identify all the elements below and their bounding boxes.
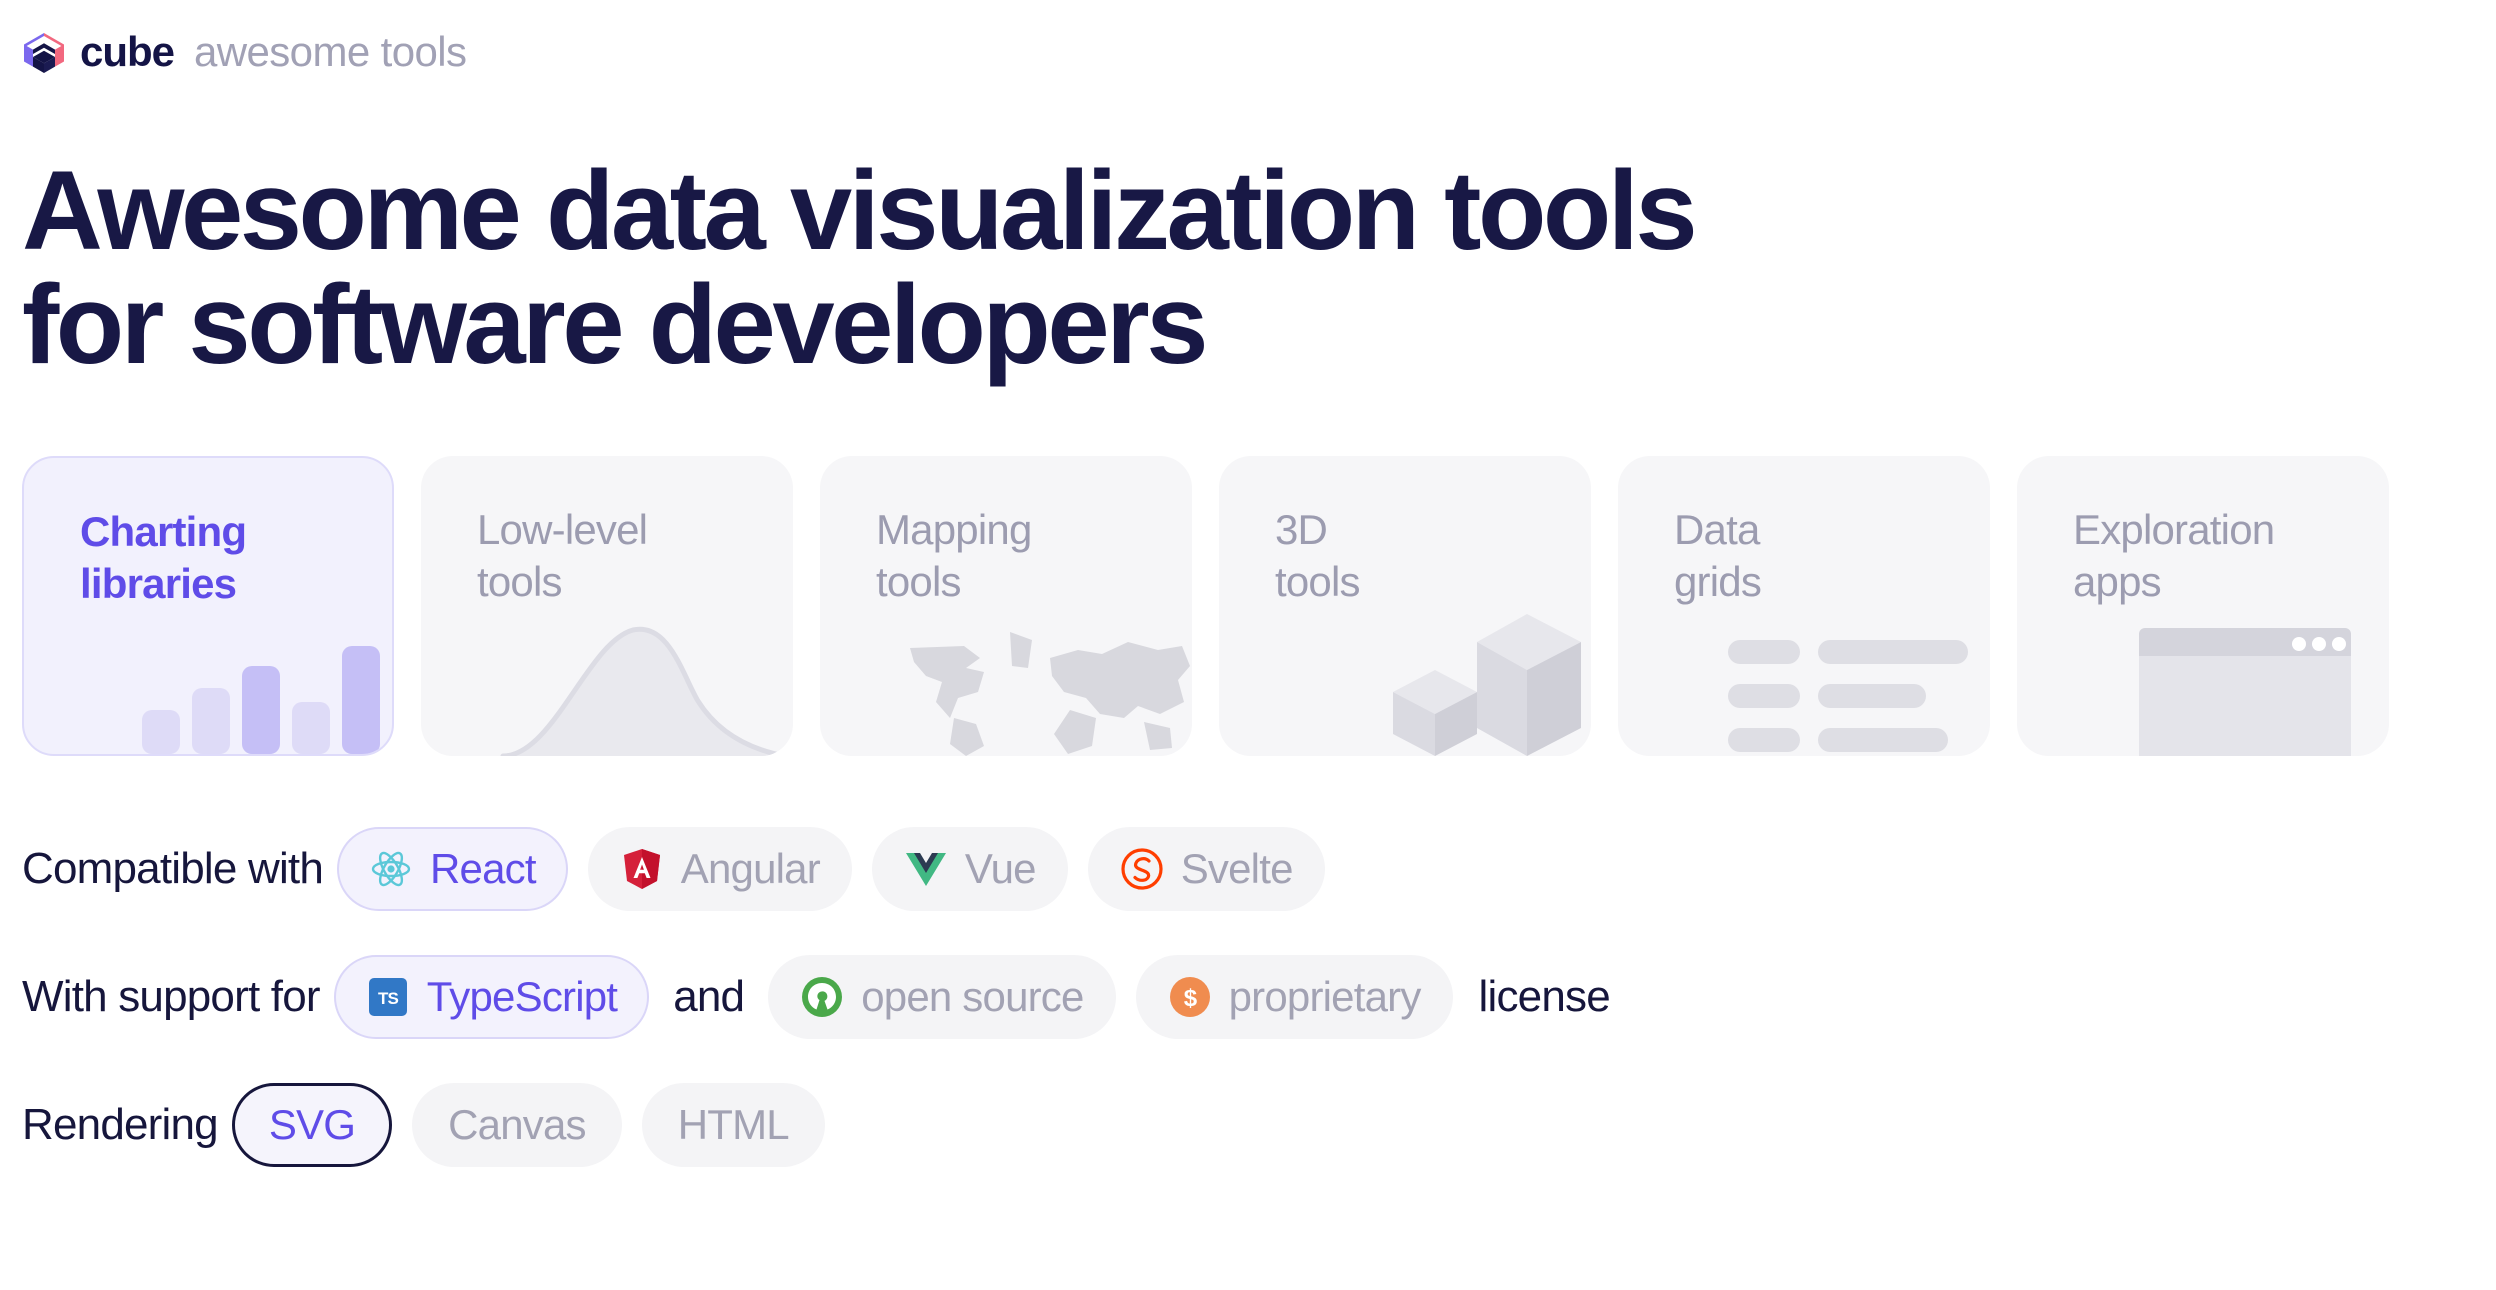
landing-page: cube awesome tools Awesome data visualiz… — [0, 0, 2496, 1290]
bell-curve-icon — [493, 606, 793, 757]
angular-shield-icon — [620, 847, 664, 891]
chip-html[interactable]: HTML — [641, 1083, 825, 1168]
cubes-icon — [1291, 606, 1591, 757]
chip-label: SVG — [268, 1101, 356, 1149]
category-card-data-grids[interactable]: Data grids — [1618, 456, 1990, 757]
dollar-circle-icon: $ — [1168, 975, 1212, 1019]
category-card-label: Data grids — [1674, 506, 1762, 605]
bar-chart-icon — [92, 604, 392, 755]
category-card-label: Charting libraries — [80, 508, 247, 607]
brand-name[interactable]: cube — [80, 31, 175, 73]
page-title: Awesome data visualization tools for sof… — [22, 148, 1698, 388]
cube-logo-icon — [24, 33, 64, 73]
react-atom-icon — [369, 847, 413, 891]
chip-label: TypeScript — [426, 973, 618, 1021]
chip-proprietary[interactable]: $ proprietary — [1135, 955, 1453, 1040]
category-card-label: Mapping tools — [876, 506, 1032, 605]
category-card-mapping-tools[interactable]: Mapping tools — [820, 456, 1192, 757]
filter-section: Compatible with React Angular Vue Svelte… — [22, 822, 2496, 1172]
rendering-lead-label: Rendering — [22, 1100, 219, 1150]
svg-text:$: $ — [1183, 985, 1197, 1012]
category-card-list: Charting libraries Low-level tools Mappi… — [22, 456, 2496, 757]
vue-chevron-icon — [904, 847, 948, 891]
chip-label: Angular — [680, 845, 821, 893]
brand-tagline: awesome tools — [194, 28, 467, 75]
svg-text:TS: TS — [378, 989, 399, 1008]
typescript-ts-icon: TS — [366, 975, 410, 1019]
filter-row-rendering: Rendering SVG Canvas HTML — [22, 1078, 2496, 1172]
support-mid-label: and — [673, 972, 745, 1022]
chip-label: Vue — [964, 845, 1037, 893]
chip-canvas[interactable]: Canvas — [412, 1083, 622, 1168]
category-card-exploration-apps[interactable]: Exploration apps — [2017, 456, 2389, 757]
chip-label: Svelte — [1180, 845, 1294, 893]
chip-label: HTML — [677, 1101, 790, 1149]
category-card-3d-tools[interactable]: 3D tools — [1219, 456, 1591, 757]
category-card-low-level-tools[interactable]: Low-level tools — [421, 456, 793, 757]
world-map-icon — [892, 606, 1192, 757]
chip-label: Canvas — [448, 1101, 586, 1149]
chip-svelte[interactable]: Svelte — [1087, 827, 1325, 912]
open-source-leaf-icon — [800, 975, 844, 1019]
chip-open-source[interactable]: open source — [768, 955, 1116, 1040]
category-card-label: Exploration apps — [2073, 506, 2275, 605]
data-grid-icon — [1690, 606, 1990, 756]
chip-angular[interactable]: Angular — [587, 827, 852, 912]
chip-label: open source — [861, 973, 1084, 1021]
chip-label: proprietary — [1228, 973, 1422, 1021]
category-card-label: 3D tools — [1275, 506, 1361, 605]
brand-header: cube awesome tools — [22, 30, 2496, 76]
category-card-label: Low-level tools — [477, 506, 648, 605]
chip-react[interactable]: React — [337, 827, 568, 912]
chip-vue[interactable]: Vue — [871, 827, 1068, 912]
frameworks-lead-label: Compatible with — [22, 844, 324, 894]
chip-svg[interactable]: SVG — [231, 1083, 393, 1168]
svelte-spiral-icon — [1120, 847, 1164, 891]
category-card-charting-libraries[interactable]: Charting libraries — [22, 456, 394, 757]
chip-typescript[interactable]: TS TypeScript — [333, 955, 650, 1040]
support-tail-label: license — [1478, 972, 1611, 1022]
support-lead-label: With support for — [22, 972, 321, 1022]
chip-label: React — [430, 845, 537, 893]
filter-row-frameworks: Compatible with React Angular Vue Svelte — [22, 822, 2496, 916]
filter-row-support: With support for TS TypeScript and open … — [22, 950, 2496, 1044]
app-window-icon — [2089, 606, 2389, 757]
